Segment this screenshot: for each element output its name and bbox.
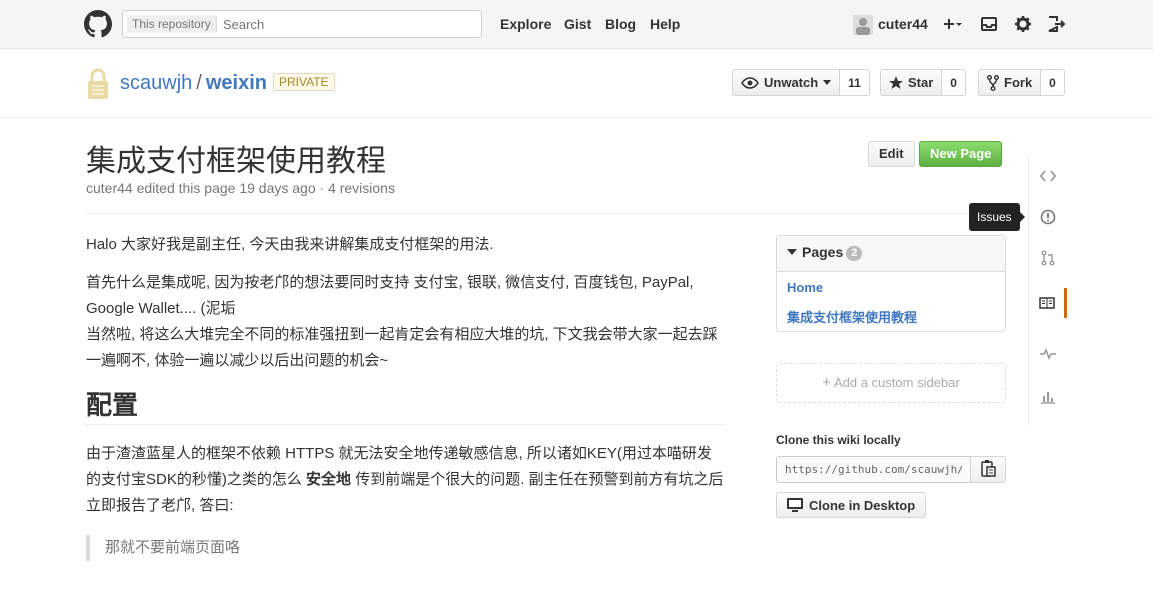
clone-desktop-label: Clone in Desktop <box>809 497 916 513</box>
clone-url-field[interactable] <box>776 456 971 483</box>
avatar[interactable] <box>853 15 873 35</box>
pulse-icon <box>1040 348 1056 360</box>
fork-icon <box>987 74 999 91</box>
search-scope-label: This repository <box>127 15 217 33</box>
repo-header: scauwjh / weixin PRIVATE Unwatch 11 Star 0 … <box>0 50 1153 118</box>
nav-explore[interactable]: Explore <box>500 16 551 32</box>
divider <box>86 213 1026 214</box>
lock-icon <box>88 68 108 99</box>
rail-wiki[interactable] <box>1029 288 1067 318</box>
desktop-icon <box>787 498 803 512</box>
search-input[interactable] <box>223 15 463 33</box>
star-label: Star <box>908 75 934 90</box>
edit-button[interactable]: Edit <box>868 141 915 167</box>
plus-icon: + <box>822 374 832 391</box>
quote-block: 那就不要前端页面咯 <box>86 535 726 561</box>
wiki-icon <box>1038 297 1055 309</box>
nav-help[interactable]: Help <box>650 16 680 32</box>
sign-out-icon[interactable] <box>1045 13 1067 35</box>
private-badge: PRIVATE <box>272 73 335 91</box>
new-page-button[interactable]: New Page <box>919 141 1003 167</box>
issues-icon <box>1040 209 1056 225</box>
section-heading-config: 配置 <box>86 392 726 425</box>
watch-count[interactable]: 11 <box>840 69 870 96</box>
clone-title: Clone this wiki locally <box>776 433 901 447</box>
add-custom-sidebar-label: Add a custom sidebar <box>833 375 960 390</box>
star-count[interactable]: 0 <box>942 69 966 96</box>
nav-blog[interactable]: Blog <box>605 16 636 32</box>
config-paragraph: 由于渣渣蓝星人的框架不依赖 HTTPS 就无法安全地传递敏感信息, 所以诸如KE… <box>86 441 726 519</box>
unwatch-button[interactable]: Unwatch <box>732 69 841 96</box>
rail-graphs[interactable] <box>1029 385 1067 407</box>
repo-separator: / <box>196 72 202 94</box>
repo-title: scauwjh / weixin PRIVATE <box>120 72 335 95</box>
page-meta: cuter44 edited this page 19 days ago · 4… <box>86 180 395 196</box>
site-header: This repository Explore Gist Blog Help c… <box>0 0 1153 49</box>
star-icon <box>889 75 903 89</box>
issues-tooltip: Issues <box>969 203 1025 231</box>
page-title: 集成支付框架使用教程 <box>86 145 386 178</box>
copy-button[interactable] <box>970 456 1006 483</box>
inbox-icon[interactable] <box>978 13 1000 35</box>
graphs-icon <box>1041 392 1055 404</box>
intro-paragraph: Halo 大家好我是副主任, 今天由我来讲解集成支付框架的用法. <box>86 236 494 253</box>
pull-request-icon <box>1041 250 1055 266</box>
integration-line-1: 首先什么是集成呢, 因为按老邝的想法要同时支持 支付宝, 银联, 微信支付, 百… <box>86 274 694 317</box>
nav-gist[interactable]: Gist <box>564 16 591 32</box>
config-text-bold: 安全地 <box>306 471 352 488</box>
rail-code[interactable] <box>1029 165 1067 187</box>
repo-nav-rail <box>1028 156 1068 426</box>
gear-icon[interactable] <box>1012 13 1034 35</box>
integration-line-2: 当然啦, 将这么大堆完全不同的标准强扭到一起肯定会有相应大堆的坑, 下文我会带大… <box>86 326 718 369</box>
page-link-home[interactable]: Home <box>777 273 1005 303</box>
watch-group: Unwatch 11 <box>732 69 870 96</box>
wiki-content: Halo 大家好我是副主任, 今天由我来讲解集成支付框架的用法. 首先什么是集成… <box>86 232 726 561</box>
add-custom-sidebar-button[interactable]: + Add a custom sidebar <box>776 363 1006 403</box>
github-logo-icon[interactable] <box>84 10 112 38</box>
pages-count-badge: 2 <box>846 246 863 261</box>
clone-desktop-button[interactable]: Clone in Desktop <box>776 492 927 518</box>
pages-header[interactable]: Pages 2 <box>777 236 1005 272</box>
repo-name-link[interactable]: weixin <box>206 72 267 94</box>
fork-label: Fork <box>1004 75 1033 90</box>
clipboard-icon <box>981 460 996 477</box>
username-link[interactable]: cuter44 <box>878 16 928 32</box>
code-icon <box>1040 170 1056 182</box>
unwatch-label: Unwatch <box>764 75 819 90</box>
rail-pull-requests[interactable] <box>1029 247 1067 269</box>
page-link-tutorial[interactable]: 集成支付框架使用教程 <box>777 303 1005 333</box>
integration-paragraph: 首先什么是集成呢, 因为按老邝的想法要同时支持 支付宝, 银联, 微信支付, 百… <box>86 270 726 374</box>
rail-issues[interactable] <box>1029 206 1067 228</box>
chevron-down-icon <box>823 79 832 85</box>
rail-pulse[interactable] <box>1029 343 1067 365</box>
repo-owner-link[interactable]: scauwjh <box>120 72 192 94</box>
avatar-icon <box>856 18 870 35</box>
pages-box: Pages 2 Home 集成支付框架使用教程 <box>776 235 1006 332</box>
search-box[interactable]: This repository <box>122 10 482 38</box>
collapse-triangle-icon <box>787 249 797 255</box>
eye-icon <box>741 76 759 89</box>
star-button[interactable]: Star <box>880 69 943 96</box>
fork-button[interactable]: Fork <box>978 69 1042 96</box>
pages-title: Pages <box>802 244 844 260</box>
plus-dropdown-icon[interactable] <box>940 13 962 35</box>
fork-group: Fork 0 <box>978 69 1065 96</box>
fork-count[interactable]: 0 <box>1041 69 1065 96</box>
star-group: Star 0 <box>880 69 966 96</box>
